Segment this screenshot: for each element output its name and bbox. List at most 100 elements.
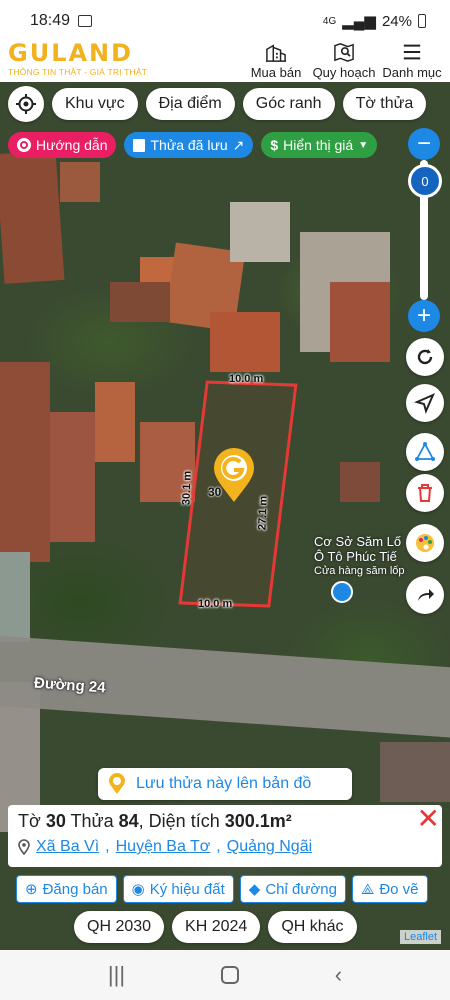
guide-label: Hướng dẫn <box>36 137 108 153</box>
roof <box>95 382 135 462</box>
poi-shop-icon[interactable] <box>331 581 353 603</box>
save-plot-label: Lưu thửa này lên bản đồ <box>136 775 312 792</box>
measure-polygon-icon <box>415 442 435 461</box>
parcel-title: Tờ 30 Thửa 84, Diện tích 300.1m² <box>18 811 432 832</box>
filter-khu-vuc[interactable]: Khu vực <box>52 88 138 120</box>
locate-button[interactable] <box>8 86 44 122</box>
back-icon[interactable]: ‹ <box>335 962 342 988</box>
layer-style-button[interactable] <box>406 524 444 562</box>
external-link-icon: ↗ <box>232 136 245 153</box>
save-plot-banner[interactable]: Lưu thửa này lên bản đồ <box>98 768 352 800</box>
nav-quy-hoach-label: Quy hoạch <box>312 65 376 80</box>
nav-mua-ban[interactable]: Mua bán <box>242 42 310 80</box>
directions-button[interactable]: ◆ Chỉ đường <box>239 875 346 903</box>
area-value: 300.1m² <box>224 811 292 831</box>
option-row: Hướng dẫn Thửa đã lưu ↗ $ Hiển thị giá ▼ <box>8 132 378 158</box>
district-link[interactable]: Huyện Ba Tơ <box>116 838 211 856</box>
recent-apps-icon[interactable]: ||| <box>108 962 125 988</box>
status-bar: 18:49 4G ▂▄▆ 24% <box>0 0 450 42</box>
zoom-out-button[interactable]: − <box>408 128 440 160</box>
saved-plots-button[interactable]: Thửa đã lưu ↗ <box>124 132 254 158</box>
plan-other-button[interactable]: QH khác <box>268 911 357 943</box>
roof <box>0 150 65 284</box>
chevron-down-icon: ▼ <box>358 139 369 151</box>
poi-name-line1: Cơ Sở Săm Lố <box>314 534 402 549</box>
measure-small-icon: ⟁ <box>360 880 375 898</box>
filter-to-thua[interactable]: Tờ thửa <box>342 88 427 120</box>
measure-draw-button[interactable]: ⟁ Đo vẽ <box>351 875 428 903</box>
map-search-icon <box>334 43 354 62</box>
refresh-button[interactable] <box>406 338 444 376</box>
filter-goc-ranh[interactable]: Góc ranh <box>242 88 335 120</box>
saved-plots-label: Thửa đã lưu <box>150 137 228 153</box>
palette-icon <box>416 534 434 552</box>
gallery-icon <box>78 15 93 27</box>
guide-button[interactable]: Hướng dẫn <box>8 132 117 158</box>
province-link[interactable]: Quảng Ngãi <box>227 838 312 856</box>
measure-draw-label: Đo vẽ <box>379 880 419 898</box>
post-for-sale-button[interactable]: ⊕ Đăng bán <box>16 875 117 903</box>
battery-percent: 24% <box>381 12 412 30</box>
sheet-label: Tờ <box>18 811 41 831</box>
post-for-sale-label: Đăng bán <box>42 880 108 898</box>
navigation-arrow-icon <box>414 393 435 414</box>
location-pin-icon <box>18 839 30 855</box>
plan-2030-button[interactable]: QH 2030 <box>74 911 165 943</box>
navigation-button[interactable] <box>406 384 444 422</box>
trash-icon <box>418 484 432 502</box>
nav-quy-hoach[interactable]: Quy hoạch <box>310 42 378 80</box>
share-button[interactable] <box>406 576 444 614</box>
target-icon <box>17 138 31 152</box>
land-symbol-button[interactable]: ◉ Ký hiệu đất <box>122 875 234 903</box>
roof <box>340 462 380 502</box>
directions-label: Chỉ đường <box>265 880 337 898</box>
parcel-dim-right: 27.1 m <box>256 495 270 531</box>
map-attribution[interactable]: Leaflet <box>400 930 442 944</box>
roof <box>330 282 390 362</box>
zoom-in-button[interactable]: + <box>408 300 440 332</box>
guland-mark-icon <box>109 773 125 794</box>
status-time: 18:49 <box>30 12 71 29</box>
logo-text: GULAND <box>8 39 134 67</box>
parcel-dim-top: 10.0 m <box>229 373 264 385</box>
close-icon[interactable]: ✕ <box>417 805 440 833</box>
roof <box>60 162 100 202</box>
show-price-dropdown[interactable]: $ Hiển thị giá ▼ <box>261 132 378 158</box>
refresh-icon <box>417 349 433 365</box>
plan-2024-button[interactable]: KH 2024 <box>172 911 261 943</box>
roof <box>210 312 280 372</box>
measure-button[interactable] <box>406 433 444 471</box>
pin-plus-icon: ⊕ <box>25 881 38 898</box>
parcel-dim-left: 30.1 m <box>180 470 194 506</box>
share-icon <box>418 589 434 601</box>
network-label: 4G <box>322 15 337 27</box>
guland-pin-icon[interactable] <box>212 448 256 504</box>
plan-row: QH 2030 KH 2024 QH khác <box>74 911 357 943</box>
plot-number: 84 <box>118 811 139 831</box>
android-nav-bar: ||| ‹ <box>0 950 450 1000</box>
parcel-dim-bottom: 10.0 m <box>198 598 233 610</box>
signal-icon: ▂▄▆ <box>342 13 376 30</box>
filter-row: Khu vực Địa điểm Góc ranh Tờ thửa <box>8 86 427 122</box>
poi-label: Cơ Sở Săm Lố Ô Tô Phúc Tiế Cửa hàng săm … <box>314 534 405 579</box>
action-row: ⊕ Đăng bán ◉ Ký hiệu đất ◆ Chỉ đường ⟁ Đ… <box>16 875 428 903</box>
delete-button[interactable] <box>406 474 444 512</box>
directions-icon: ◆ <box>248 881 261 898</box>
logo[interactable]: GULAND THÔNG TIN THẬT - GIÁ TRỊ THẬT <box>8 40 147 77</box>
nav-danh-muc[interactable]: Danh mục <box>378 42 446 80</box>
parcel-address: Xã Ba Vì, Huyện Ba Tơ, Quảng Ngãi <box>18 838 432 856</box>
menu-icon <box>403 44 421 60</box>
roof <box>50 412 95 542</box>
commune-link[interactable]: Xã Ba Vì <box>36 838 99 856</box>
filter-dia-diem[interactable]: Địa điểm <box>145 88 235 120</box>
status-right: 4G ▂▄▆ 24% <box>323 12 426 30</box>
buildings-icon <box>266 44 286 62</box>
roof <box>0 362 50 562</box>
sheet-number: 30 <box>45 811 66 831</box>
area-label: , Diện tích <box>138 811 220 831</box>
zoom-slider-knob[interactable]: 0 <box>408 164 442 198</box>
header-nav: Mua bán Quy hoạch Danh mục <box>242 42 446 80</box>
bookmark-check-icon <box>133 138 146 152</box>
poi-category: Cửa hàng săm lốp <box>314 565 405 577</box>
home-icon[interactable] <box>220 966 239 984</box>
